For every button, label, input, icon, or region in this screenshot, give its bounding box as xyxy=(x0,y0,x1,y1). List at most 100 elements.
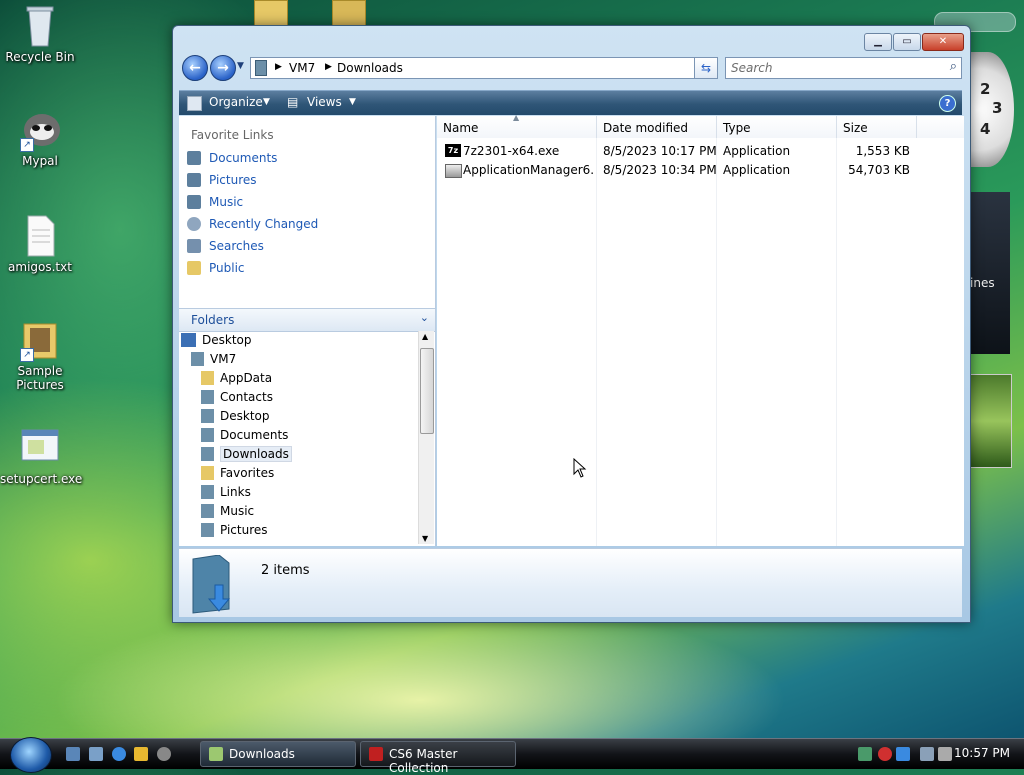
search-input[interactable]: Search xyxy=(731,61,773,75)
breadcrumb-vm7[interactable]: VM7 xyxy=(289,61,315,75)
maximize-button[interactable]: ▭ xyxy=(893,33,921,51)
documents-icon xyxy=(201,428,214,442)
tree-item-documents[interactable]: Documents xyxy=(201,428,288,446)
desktop-icon-setupcert[interactable]: setupcert.exe xyxy=(0,426,83,486)
organize-button[interactable]: Organize xyxy=(209,95,263,109)
fav-link-documents[interactable]: Documents xyxy=(187,151,277,169)
desktop-icon-recycle-bin[interactable]: Recycle Bin xyxy=(0,4,80,64)
switch-windows-icon[interactable] xyxy=(89,747,103,761)
search-box[interactable]: Search ⌕ xyxy=(725,57,962,79)
folder-icon xyxy=(209,747,223,761)
slideshow-gadget[interactable] xyxy=(970,374,1012,468)
explorer-window[interactable]: ▁ ▭ ✕ ← → ▼ ▶ VM7 ▶ Downloads ▼ ⇆ Search… xyxy=(172,25,971,623)
tree-item-links[interactable]: Links xyxy=(201,485,251,503)
file-row[interactable]: 7z 7z2301-x64.exe 8/5/2023 10:17 PM Appl… xyxy=(437,142,964,160)
taskbar-button-downloads[interactable]: Downloads xyxy=(200,741,356,767)
help-button[interactable]: ? xyxy=(939,95,956,112)
views-icon: ▤ xyxy=(287,95,299,109)
desktop-folder-icon[interactable] xyxy=(254,0,288,26)
desktop-folder-icon[interactable] xyxy=(332,0,366,26)
fav-link-label: Pictures xyxy=(209,173,257,187)
fav-link-pictures[interactable]: Pictures xyxy=(187,173,257,191)
executable-icon xyxy=(20,426,60,470)
tree-item-desktop-sub[interactable]: Desktop xyxy=(201,409,270,427)
fav-link-public[interactable]: Public xyxy=(187,261,245,279)
downloads-folder-large-icon xyxy=(189,554,233,614)
recycle-bin-icon xyxy=(20,4,60,48)
taskbar-button-cs6[interactable]: CS6 Master Collection xyxy=(360,741,516,775)
search-icon[interactable]: ⌕ xyxy=(950,59,957,74)
tree-label: Pictures xyxy=(220,523,268,537)
column-label: Type xyxy=(723,121,751,135)
tree-item-desktop[interactable]: Desktop xyxy=(181,333,252,351)
column-divider xyxy=(596,138,597,546)
breadcrumb-separator-icon[interactable]: ▶ xyxy=(275,62,282,72)
desktop-icon-amigos[interactable]: amigos.txt xyxy=(0,214,80,274)
text-file-icon xyxy=(20,214,60,258)
views-button[interactable]: Views xyxy=(307,95,342,109)
file-row[interactable]: ApplicationManager6.... 8/5/2023 10:34 P… xyxy=(437,161,964,179)
headlines-gadget[interactable]: ines xyxy=(970,192,1010,354)
scrollbar-thumb[interactable] xyxy=(420,348,434,434)
forward-button[interactable]: → xyxy=(210,55,236,81)
7zip-icon: 7z xyxy=(445,144,461,157)
fav-link-searches[interactable]: Searches xyxy=(187,239,264,257)
chevron-down-icon[interactable]: ▼ xyxy=(263,97,270,107)
refresh-button[interactable]: ⇆ xyxy=(694,57,718,79)
column-header-size[interactable]: Size xyxy=(837,116,917,138)
desktop-icon-mypal[interactable]: ↗ Mypal xyxy=(0,108,80,168)
file-list[interactable]: Name ▲ Date modified Type Size 7z 7z2301-… xyxy=(437,113,964,546)
security-alert-tray-icon[interactable] xyxy=(878,747,892,761)
file-type: Application xyxy=(723,144,791,158)
scroll-up-arrow-icon[interactable]: ▲ xyxy=(422,332,428,341)
close-button[interactable]: ✕ xyxy=(922,33,964,51)
folder-pictures-icon: ↗ xyxy=(20,318,60,362)
chevron-down-icon[interactable]: ▼ xyxy=(349,97,356,107)
minimize-button[interactable]: ▁ xyxy=(864,33,892,51)
tree-item-favorites[interactable]: Favorites xyxy=(201,466,274,484)
folder-icon xyxy=(201,371,214,385)
windows-flag-tray-icon[interactable] xyxy=(896,747,910,761)
file-size: 54,703 KB xyxy=(848,163,910,177)
folders-scrollbar[interactable]: ▲ ▼ xyxy=(418,331,434,544)
column-header-name[interactable]: Name ▲ xyxy=(437,113,597,138)
back-button[interactable]: ← xyxy=(182,55,208,81)
searches-icon xyxy=(187,239,201,253)
column-header-type[interactable]: Type xyxy=(717,116,837,138)
recent-icon xyxy=(187,217,201,231)
tree-item-music[interactable]: Music xyxy=(201,504,254,522)
item-count: 2 items xyxy=(261,563,310,578)
tree-item-contacts[interactable]: Contacts xyxy=(201,390,273,408)
internet-explorer-icon[interactable] xyxy=(112,747,126,761)
favorites-star-icon xyxy=(201,466,214,480)
fav-link-label: Music xyxy=(209,195,244,209)
breadcrumb-downloads[interactable]: Downloads xyxy=(337,61,403,75)
desktop-icon-label: setupcert.exe xyxy=(0,472,83,486)
desktop-icon-label: amigos.txt xyxy=(8,260,72,274)
tree-item-appdata[interactable]: AppData xyxy=(201,371,272,389)
mypal-quicklaunch-icon[interactable] xyxy=(157,747,171,761)
show-desktop-icon[interactable] xyxy=(66,747,80,761)
collapse-chevron-icon[interactable]: ⌄ xyxy=(420,311,429,324)
shortcut-arrow-icon: ↗ xyxy=(20,138,34,152)
folders-header[interactable]: Folders ⌄ xyxy=(179,308,435,332)
fav-link-music[interactable]: Music xyxy=(187,195,243,213)
monitor-tray-icon[interactable] xyxy=(920,747,934,761)
scroll-down-arrow-icon[interactable]: ▼ xyxy=(422,534,428,543)
volume-muted-tray-icon[interactable] xyxy=(938,747,952,761)
fav-link-recently-changed[interactable]: Recently Changed xyxy=(187,217,318,235)
column-header-date[interactable]: Date modified xyxy=(597,116,717,138)
network-tray-icon[interactable] xyxy=(858,747,872,761)
breadcrumb-separator-icon[interactable]: ▶ xyxy=(325,62,332,72)
folder-icon xyxy=(255,60,267,76)
tree-item-vm7[interactable]: VM7 xyxy=(191,352,236,370)
recent-pages-dropdown[interactable]: ▼ xyxy=(237,61,244,71)
taskbar-clock[interactable]: 10:57 PM xyxy=(954,746,1010,760)
desktop-icon-sample-pictures[interactable]: ↗ Sample Pictures xyxy=(0,318,80,392)
tree-item-downloads[interactable]: Downloads xyxy=(201,446,292,465)
tree-item-pictures[interactable]: Pictures xyxy=(201,523,268,541)
address-bar[interactable]: ▶ VM7 ▶ Downloads ▼ xyxy=(250,57,718,79)
media-player-icon[interactable] xyxy=(134,747,148,761)
column-header-empty xyxy=(917,116,964,138)
system-tray: 10:57 PM xyxy=(848,739,1024,769)
